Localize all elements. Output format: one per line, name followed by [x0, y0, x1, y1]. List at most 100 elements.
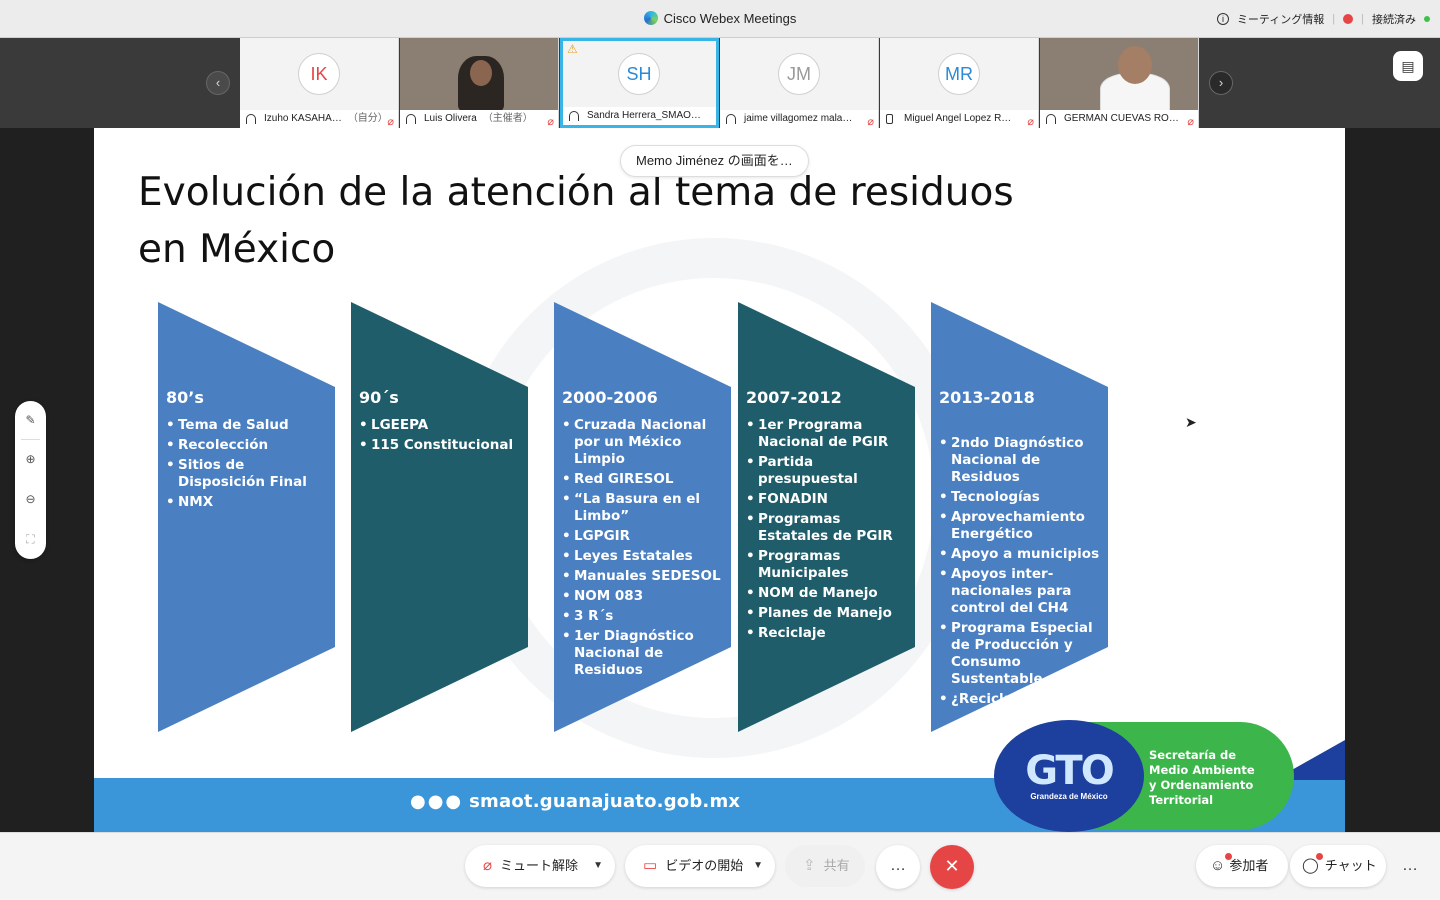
column-list: 2ndo Diagnóstico Nacional de Residuos Te… [939, 435, 1104, 708]
info-icon[interactable]: i [1216, 13, 1229, 25]
list-item: 115 Constitucional [359, 437, 524, 454]
participants-button[interactable]: ☺ 参加者 [1196, 845, 1288, 887]
participant-name-bar: Sandra Herrera_SMAO… [563, 107, 716, 125]
avatar: JM [778, 53, 820, 95]
recording-icon[interactable] [1343, 14, 1354, 24]
participant-tile[interactable]: JM jaime villagomez mala… ⌀ [720, 38, 879, 128]
timeline-column-2000-2006: 2000-2006 Cruzada Nacional por un México… [554, 302, 731, 732]
chevron-down-icon[interactable]: ▼ [753, 845, 763, 887]
list-item: Programas Municipales [746, 548, 911, 582]
timeline-column-90s: 90´s LGEEPA 115 Constitucional [351, 302, 528, 732]
list-item: Recolección [166, 437, 331, 454]
list-item: Apoyos inter-nacionales para control del… [939, 566, 1104, 617]
meeting-info-link[interactable]: ミーティング情報 [1237, 11, 1324, 27]
timeline-column-80s: 80’s Tema de Salud Recolección Sitios de… [158, 302, 335, 732]
more-options-button[interactable]: … [876, 845, 920, 889]
phone-icon [886, 114, 893, 124]
start-video-button[interactable]: ▭ ビデオの開始 ▼ [625, 845, 775, 887]
participant-name-bar: GERMAN CUEVAS RO… ⌀ [1040, 110, 1198, 128]
participant-tile[interactable]: IK Izuho KASAHA… （自分） ⌀ [240, 38, 399, 128]
zoom-out-icon[interactable]: ⊖ [15, 492, 46, 506]
chat-button[interactable]: ◯ チャット [1290, 845, 1386, 887]
participant-name-bar: Miguel Angel Lopez R… ⌀ [880, 110, 1038, 128]
annotation-toolbar: ✎ ⊕ ⊖ ⛶ [15, 401, 46, 559]
annotate-pen-icon[interactable]: ✎ [15, 413, 46, 427]
participant-strip: ‹ IK Izuho KASAHA… （自分） ⌀ Luis Olivera （主催… [0, 38, 1440, 128]
share-button[interactable]: ⇪ 共有 [785, 845, 865, 887]
previous-participants-button[interactable]: ‹ [206, 71, 230, 95]
participant-face [1118, 46, 1152, 84]
zoom-in-icon[interactable]: ⊕ [15, 452, 46, 466]
headset-icon [246, 114, 256, 124]
participants-icon: ☺ [1210, 857, 1226, 874]
participant-tile[interactable]: GERMAN CUEVAS RO… ⌀ [1040, 38, 1199, 128]
logo-org-line: Territorial [1149, 793, 1214, 807]
divider: | [1361, 13, 1364, 25]
muted-mic-icon: ⌀ [483, 857, 493, 874]
column-list: Cruzada Nacional por un México Limpio Re… [562, 417, 727, 679]
divider [21, 439, 40, 440]
title-bar: Cisco Webex Meetings i ミーティング情報 | | 接続済み [0, 0, 1440, 38]
chevron-down-icon[interactable]: ▼ [593, 845, 603, 887]
notification-badge [1225, 853, 1232, 860]
headset-icon [726, 114, 736, 124]
fit-screen-icon[interactable]: ⛶ [15, 532, 46, 547]
column-list: 1er Programa Nacional de PGIR Partida pr… [746, 417, 911, 642]
column-shape [351, 302, 528, 732]
title-bar-right: i ミーティング情報 | | 接続済み [1216, 11, 1430, 27]
logo-org-line: y Ordenamiento [1149, 778, 1254, 792]
connection-status: 接続済み [1372, 14, 1416, 26]
list-item: “La Basura en el Limbo” [562, 491, 727, 525]
list-item: NOM 083 [562, 588, 727, 605]
list-item: 3 R´s [562, 608, 727, 625]
column-content: 2013-2018 2ndo Diagnóstico Nacional de R… [939, 388, 1104, 711]
list-item: NMX [166, 494, 331, 511]
muted-mic-icon: ⌀ [1187, 116, 1194, 128]
list-item: Cruzada Nacional por un México Limpio [562, 417, 727, 468]
participant-tile[interactable]: Luis Olivera （主催者） ⌀ [400, 38, 559, 128]
screen-share-indicator[interactable]: Memo Jiménez の画面を… [620, 145, 809, 177]
logo-org-line: Medio Ambiente [1149, 763, 1255, 777]
logo-mark: GTO [1025, 748, 1114, 794]
leave-meeting-button[interactable]: ✕ [930, 845, 974, 889]
logo-org-name: Secretaría de Medio Ambiente y Ordenamie… [1149, 748, 1289, 808]
participant-name: Miguel Angel Lopez R… [904, 113, 1012, 124]
next-participants-button[interactable]: › [1209, 71, 1233, 95]
divider: | [1332, 13, 1336, 25]
shared-screen: Evolución de la atención al tema de resi… [94, 128, 1345, 832]
muted-mic-icon: ⌀ [867, 116, 874, 128]
connection-status-icon [1424, 16, 1430, 22]
muted-mic-icon: ⌀ [387, 116, 394, 128]
warning-icon: ⚠ [567, 42, 578, 56]
logo-tagline: Grandeza de México [1030, 792, 1108, 801]
participant-tile-active-speaker[interactable]: ⚠ SH Sandra Herrera_SMAO… [560, 38, 719, 128]
layout-icon[interactable]: ▤ [1393, 51, 1423, 81]
participant-name-bar: jaime villagomez mala… ⌀ [720, 110, 878, 128]
column-list: Tema de Salud Recolección Sitios de Disp… [166, 417, 331, 511]
more-panels-button[interactable]: … [1388, 845, 1432, 889]
list-item: NOM de Manejo [746, 585, 911, 602]
participant-name-bar: Izuho KASAHA… （自分） ⌀ [240, 110, 398, 128]
start-video-label: ビデオの開始 [665, 858, 744, 873]
timeline-column-2013-2018: 2013-2018 2ndo Diagnóstico Nacional de R… [931, 302, 1108, 732]
list-item: Reciclaje [746, 625, 911, 642]
headset-icon [406, 114, 416, 124]
video-off-icon: ▭ [643, 857, 658, 874]
gto-logo: GTO Grandeza de México Secretaría de Med… [994, 720, 1294, 832]
share-icon: ⇪ [803, 857, 816, 874]
webex-logo-icon [643, 11, 658, 25]
headset-icon [569, 111, 579, 121]
list-item: Planes de Manejo [746, 605, 911, 622]
participant-name: Izuho KASAHA… [264, 113, 342, 124]
mouse-cursor-icon: ➤ [1185, 414, 1197, 430]
participant-tile[interactable]: MR Miguel Angel Lopez R… ⌀ [880, 38, 1039, 128]
list-item: ¿Reciclaje? [939, 691, 1104, 708]
participant-name: jaime villagomez mala… [744, 113, 853, 124]
unmute-button[interactable]: ⌀ ミュート解除 ▼ [465, 845, 615, 887]
list-item: Leyes Estatales [562, 548, 727, 565]
meeting-controls: ⌀ ミュート解除 ▼ ▭ ビデオの開始 ▼ ⇪ 共有 … ✕ ☺ 参加者 ◯ チャット … [0, 832, 1440, 900]
participant-face [470, 60, 492, 86]
list-item: Sitios de Disposición Final [166, 457, 331, 491]
list-item: 2ndo Diagnóstico Nacional de Residuos [939, 435, 1104, 486]
participants-label: 参加者 [1229, 858, 1269, 873]
